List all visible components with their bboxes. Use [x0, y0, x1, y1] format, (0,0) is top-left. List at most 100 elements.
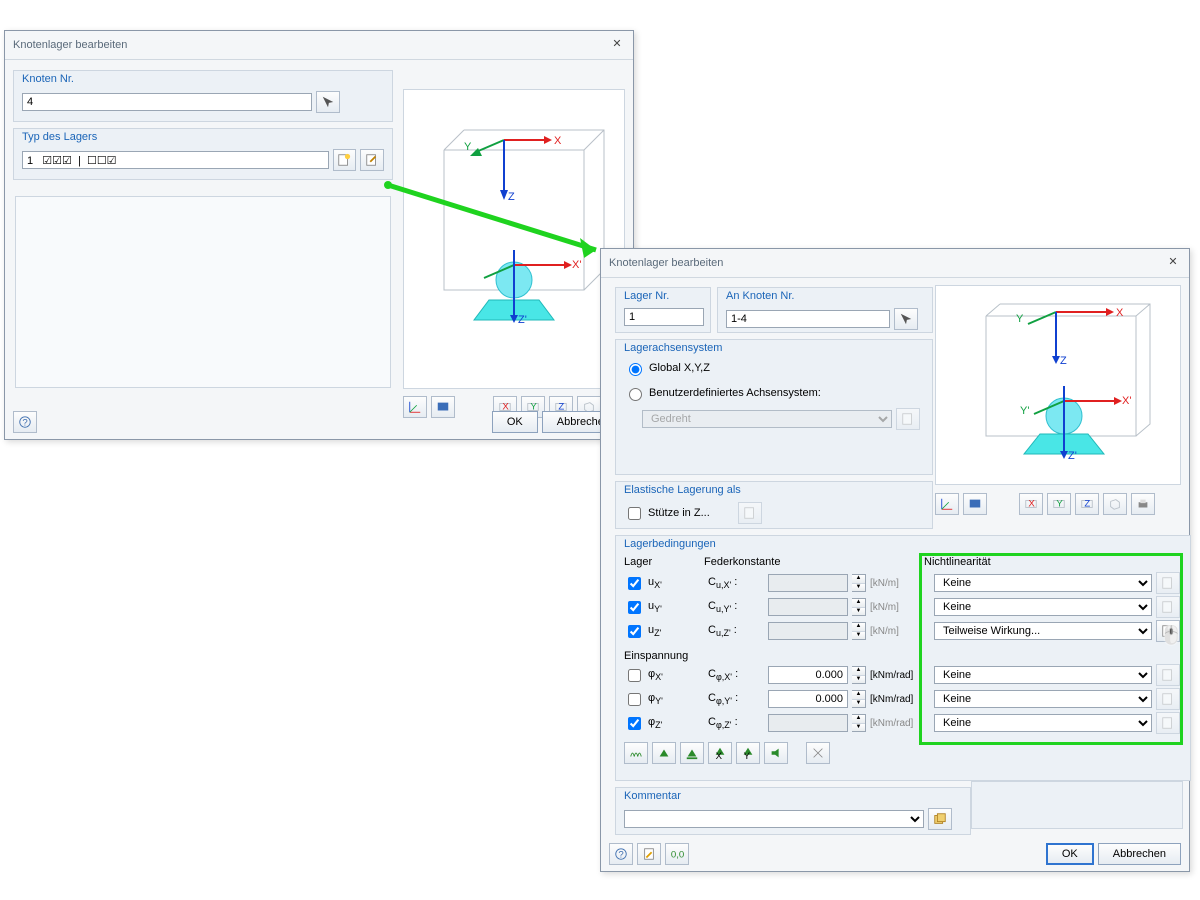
- dlg2-preview-svg: X Y Z X' Y' Z': [936, 286, 1182, 486]
- lbl-cphiy: Cφ,Y' :: [708, 692, 764, 706]
- nonlin-uy-select[interactable]: Keine: [934, 598, 1152, 616]
- label-conditions: Lagerbedingungen: [624, 538, 1182, 550]
- preset-pin-icon[interactable]: [652, 742, 676, 764]
- col-nonlin: Nichtlinearität: [924, 556, 1154, 568]
- svg-text:Y: Y: [1056, 499, 1063, 510]
- close-icon[interactable]: ✕: [1165, 255, 1181, 271]
- svg-text:?: ?: [618, 850, 623, 861]
- edit-nonlin-uy-icon: [1156, 596, 1180, 618]
- dlg1-titlebar: Knotenlager bearbeiten ✕: [5, 31, 633, 60]
- preset-toolbar: X Y: [624, 742, 1182, 764]
- help-icon[interactable]: ?: [13, 411, 37, 433]
- cb-uz[interactable]: uZ': [624, 622, 704, 641]
- edit-type-icon[interactable]: [360, 149, 384, 171]
- svg-text:X': X': [1122, 395, 1131, 407]
- edit-nonlin-uz-icon[interactable]: [1156, 620, 1180, 642]
- lbl-cphiz: Cφ,Z' :: [708, 716, 764, 730]
- unit-phiz: [kNm/rad]: [870, 718, 930, 729]
- an-knoten-input[interactable]: [726, 310, 890, 328]
- nonlin-uz-select[interactable]: Teilweise Wirkung...: [934, 622, 1152, 640]
- svg-text:X: X: [1116, 307, 1124, 319]
- dlg1-preview-svg: X Y Z X' Z': [404, 90, 626, 390]
- checkbox-stutze[interactable]: Stütze in Z...: [624, 504, 710, 523]
- new-type-icon[interactable]: [333, 149, 357, 171]
- comment-lib-icon[interactable]: [928, 808, 952, 830]
- dlg2-ok-button[interactable]: OK: [1046, 843, 1094, 865]
- cb-phiz[interactable]: φZ': [624, 714, 704, 733]
- svg-text:X: X: [716, 751, 723, 760]
- view-y-icon[interactable]: Y: [1047, 493, 1071, 515]
- dlg2-footer: ? 0,00 OK Abbrechen: [609, 843, 1181, 865]
- close-icon[interactable]: ✕: [609, 37, 625, 53]
- dlg2-cancel-button[interactable]: Abbrechen: [1098, 843, 1181, 865]
- svg-text:Z: Z: [1060, 355, 1067, 367]
- radio-global-input[interactable]: [629, 363, 642, 376]
- lbl-cux: Cu,X' :: [708, 576, 764, 590]
- view-x-icon[interactable]: X: [1019, 493, 1043, 515]
- cux-input: [768, 574, 848, 592]
- cb-phiy[interactable]: φY': [624, 690, 704, 709]
- svg-text:0,00: 0,00: [671, 850, 684, 861]
- nonlin-phiz-select[interactable]: Keine: [934, 714, 1152, 732]
- cphix-input[interactable]: [768, 666, 848, 684]
- nonlin-phiy-select[interactable]: Keine: [934, 690, 1152, 708]
- radio-user-input[interactable]: [629, 388, 642, 401]
- view-screen-icon[interactable]: [963, 493, 987, 515]
- lbl-cphix: Cφ,X' :: [708, 668, 764, 682]
- dlg1-empty-panel: [15, 196, 391, 388]
- cphiz-input: [768, 714, 848, 732]
- view-z-icon[interactable]: Z: [1075, 493, 1099, 515]
- label-axis-system: Lagerachsensystem: [624, 342, 924, 354]
- units-icon[interactable]: 0,00: [665, 843, 689, 865]
- svg-text:X': X': [572, 259, 581, 271]
- dlg1-ok-button[interactable]: OK: [492, 411, 538, 433]
- cphiy-input[interactable]: [768, 690, 848, 708]
- preset-spring-icon[interactable]: [624, 742, 648, 764]
- preset-roller-x-icon[interactable]: X: [708, 742, 732, 764]
- dlg2-view-toolbar: X Y Z: [935, 493, 1155, 515]
- group-axis-system: Lagerachsensystem Global X,Y,Z Benutzerd…: [615, 339, 933, 475]
- view-axes-icon[interactable]: [935, 493, 959, 515]
- edit-nonlin-phix-icon: [1156, 664, 1180, 686]
- nonlin-phix-select[interactable]: Keine: [934, 666, 1152, 684]
- svg-text:Y: Y: [744, 751, 751, 760]
- cuy-spin: ▲▼: [852, 598, 866, 616]
- help-icon[interactable]: ?: [609, 843, 633, 865]
- dialog-knotenlager-detail: Knotenlager bearbeiten ✕ Lager Nr. An Kn…: [600, 248, 1190, 872]
- dlg2-preview: X Y Z X' Y' Z': [935, 285, 1181, 485]
- edit-nonlin-phiz-icon: [1156, 712, 1180, 734]
- preset-sound-icon[interactable]: [764, 742, 788, 764]
- cphiy-spin[interactable]: ▲▼: [852, 690, 866, 708]
- stutze-cb[interactable]: [628, 507, 641, 520]
- support-type-combo[interactable]: [22, 151, 329, 169]
- cb-ux[interactable]: uX': [624, 574, 704, 593]
- label-node-no: Knoten Nr.: [22, 73, 384, 85]
- notes-icon[interactable]: [637, 843, 661, 865]
- cphix-spin[interactable]: ▲▼: [852, 666, 866, 684]
- lager-nr-input[interactable]: [624, 308, 704, 326]
- dlg1-preview: X Y Z X' Z': [403, 89, 625, 389]
- preset-free-icon[interactable]: [806, 742, 830, 764]
- unit-uz: [kN/m]: [870, 626, 930, 637]
- view-iso-icon[interactable]: [1103, 493, 1127, 515]
- comment-combo[interactable]: [624, 810, 924, 828]
- radio-user-axis[interactable]: Benutzerdefiniertes Achsensystem:: [624, 385, 821, 401]
- edit-stutze-icon: [738, 502, 762, 524]
- svg-text:?: ?: [22, 418, 27, 429]
- unit-ux: [kN/m]: [870, 578, 930, 589]
- group-node-no: Knoten Nr.: [13, 70, 393, 122]
- pick-node-icon[interactable]: [894, 308, 918, 330]
- node-no-input[interactable]: [22, 93, 312, 111]
- svg-text:Z: Z: [1084, 499, 1090, 510]
- cb-phix[interactable]: φX': [624, 666, 704, 685]
- label-support-type: Typ des Lagers: [22, 131, 384, 143]
- cb-uy[interactable]: uY': [624, 598, 704, 617]
- preset-fixed-icon[interactable]: [680, 742, 704, 764]
- nonlin-ux-select[interactable]: Keine: [934, 574, 1152, 592]
- pick-node-icon[interactable]: [316, 91, 340, 113]
- unit-phix: [kNm/rad]: [870, 670, 930, 681]
- radio-global[interactable]: Global X,Y,Z: [624, 360, 710, 376]
- dlg1-title: Knotenlager bearbeiten: [13, 39, 127, 51]
- preset-roller-y-icon[interactable]: Y: [736, 742, 760, 764]
- view-print-icon[interactable]: [1131, 493, 1155, 515]
